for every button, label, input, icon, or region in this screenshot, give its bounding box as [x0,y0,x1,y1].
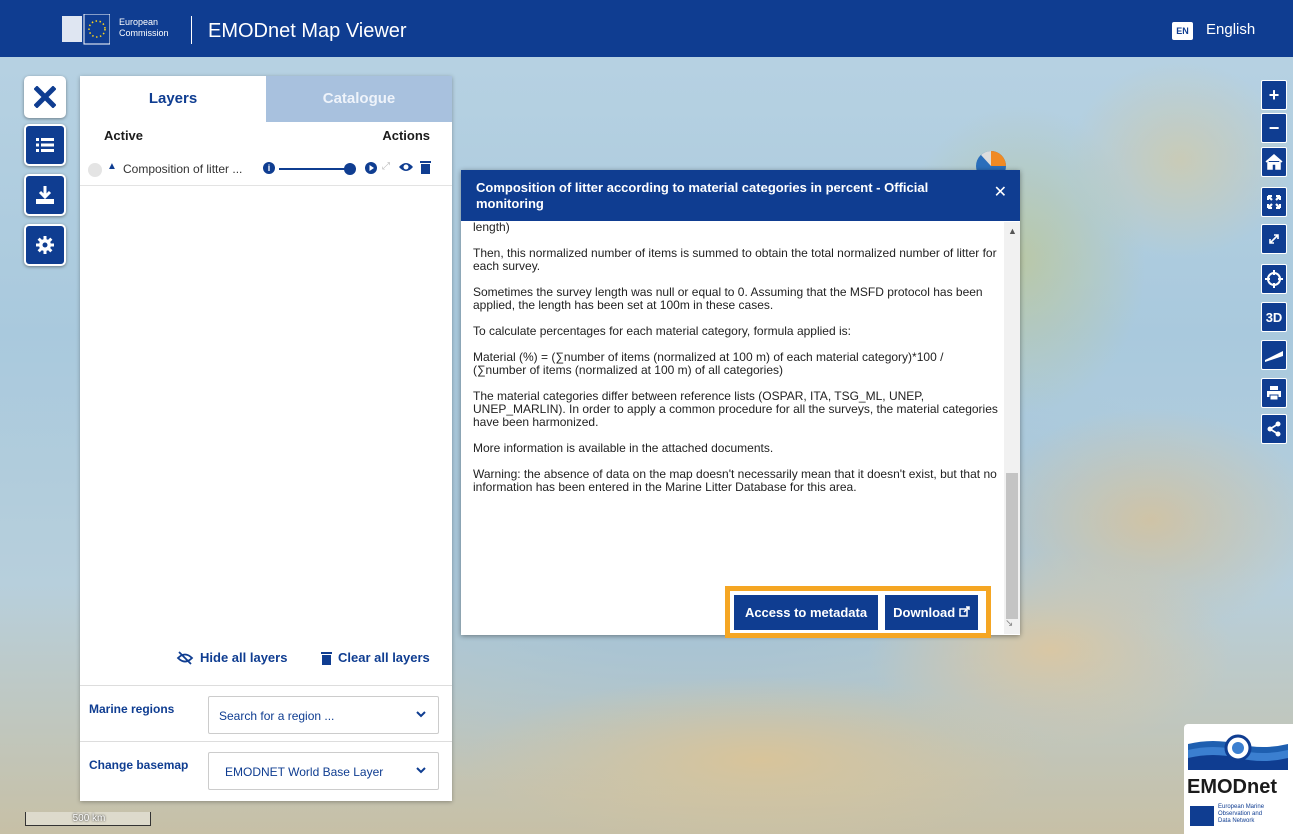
column-header-actions: Actions [382,128,430,143]
print-icon [1267,386,1281,401]
gear-icon [36,236,54,254]
info-icon[interactable]: i [263,162,275,174]
home-icon [1265,154,1283,170]
scale-bar: 500 km [25,812,151,826]
tab-catalogue[interactable]: Catalogue [266,76,452,122]
marine-region-placeholder: Search for a region ... [219,709,335,723]
share-icon [1267,421,1281,437]
print-button[interactable] [1261,378,1287,408]
header-divider [191,16,192,44]
expand-icon [1267,195,1281,209]
resize-handle[interactable]: ↘ [1005,618,1013,629]
marine-regions-label: Marine regions [89,702,175,716]
download-data-button[interactable] [24,174,66,216]
download-button[interactable]: Download [885,595,978,630]
scale-label: 500 km [72,813,106,824]
dialog-actions-highlight: Access to metadata Download [725,586,991,638]
dialog-body[interactable]: length) Then, this normalized number of … [473,222,998,634]
change-basemap-label: Change basemap [89,758,189,772]
chevron-down-icon [416,767,426,774]
eye-slash-icon [176,650,194,665]
list-icon [36,138,54,152]
basemap-select[interactable]: EMODNET World Base Layer [208,752,439,790]
scroll-up-arrow[interactable]: ▲ [1008,226,1017,236]
layers-panel: Layers Catalogue Active Actions ▲︎ Compo… [80,76,452,801]
layer-row: ▲︎ Composition of litter ... i ⤢ [80,153,452,186]
access-metadata-button[interactable]: Access to metadata [734,595,878,630]
crosshair-icon [1265,270,1283,288]
3d-view-button[interactable]: 3D [1261,302,1287,332]
resize-arrows-icon [1269,234,1279,244]
dialog-paragraph: The material categories differ between r… [473,389,998,429]
opacity-slider-handle[interactable] [344,163,356,175]
scrollbar-thumb[interactable] [1006,473,1018,619]
dialog-paragraph: To calculate percentages for each materi… [473,324,851,338]
emodnet-logo[interactable]: EMODnet European Marine Observation and … [1184,724,1293,834]
zoom-extent-button[interactable] [1261,224,1287,254]
tab-layers[interactable]: Layers [80,76,266,122]
play-icon[interactable] [365,162,377,174]
settings-button[interactable] [24,224,66,266]
layer-name[interactable]: Composition of litter ... [123,162,242,176]
layer-info-dialog: Composition of litter according to mater… [461,170,1020,638]
close-icon [34,86,56,108]
column-header-active: Active [104,128,144,143]
eye-icon[interactable] [398,160,414,174]
dialog-title: Composition of litter according to mater… [476,180,929,211]
zoom-out-button[interactable]: − [1261,113,1287,143]
language-code-badge[interactable]: EN [1172,22,1193,40]
clear-all-layers-button[interactable]: Clear all layers [321,650,430,665]
close-panel-button[interactable] [24,76,66,118]
hide-all-layers-button[interactable]: Hide all layers [176,650,287,665]
eu-flag-icon [1190,806,1214,826]
opacity-slider[interactable] [279,168,348,170]
fullscreen-button[interactable] [1261,187,1287,217]
chevron-down-icon [416,711,426,718]
marine-region-search[interactable]: Search for a region ... [208,696,439,734]
dialog-paragraph: Sometimes the survey length was null or … [473,285,983,312]
sort-handle-icon[interactable]: ▲︎ [107,161,117,172]
basemap-selected-value: EMODNET World Base Layer [225,765,384,779]
emodnet-wave-emblem [1188,734,1288,770]
dialog-paragraph: More information is available in the att… [473,441,774,455]
locate-button[interactable] [1261,264,1287,294]
share-button[interactable] [1261,414,1287,444]
measure-button[interactable] [1261,340,1287,370]
app-header: European Commission EMODnet Map Viewer E… [0,0,1293,57]
emodnet-tagline: European Marine Observation and Data Net… [1218,804,1265,824]
page-title: EMODnet Map Viewer [208,20,407,42]
dialog-close-button[interactable]: ✕ [994,182,1007,202]
dialog-paragraph: length) [473,222,510,234]
dialog-paragraph: Then, this normalized number of items is… [473,246,997,273]
dialog-paragraph: Material (%) = (∑number of items (normal… [473,350,944,377]
home-button[interactable] [1261,147,1287,177]
dialog-header: Composition of litter according to mater… [461,170,1020,221]
divider [80,685,452,686]
ec-wordmark: European Commission [119,17,169,38]
layers-button[interactable] [24,124,66,166]
divider [80,741,452,742]
zoom-in-button[interactable]: + [1261,80,1287,110]
trash-icon[interactable] [420,160,431,174]
dialog-paragraph: Warning: the absence of data on the map … [473,467,997,494]
download-icon [36,186,54,204]
trash-icon [321,651,332,665]
zoom-to-layer-icon[interactable]: ⤢ [382,161,390,172]
dialog-scrollbar[interactable]: ▲ [1004,222,1020,634]
european-commission-logo [62,14,110,45]
external-link-icon [959,606,970,617]
emodnet-wordmark: EMODnet [1187,776,1277,798]
layer-visibility-toggle[interactable] [88,163,102,177]
ruler-icon [1265,351,1283,362]
language-selector[interactable]: English [1206,21,1255,38]
